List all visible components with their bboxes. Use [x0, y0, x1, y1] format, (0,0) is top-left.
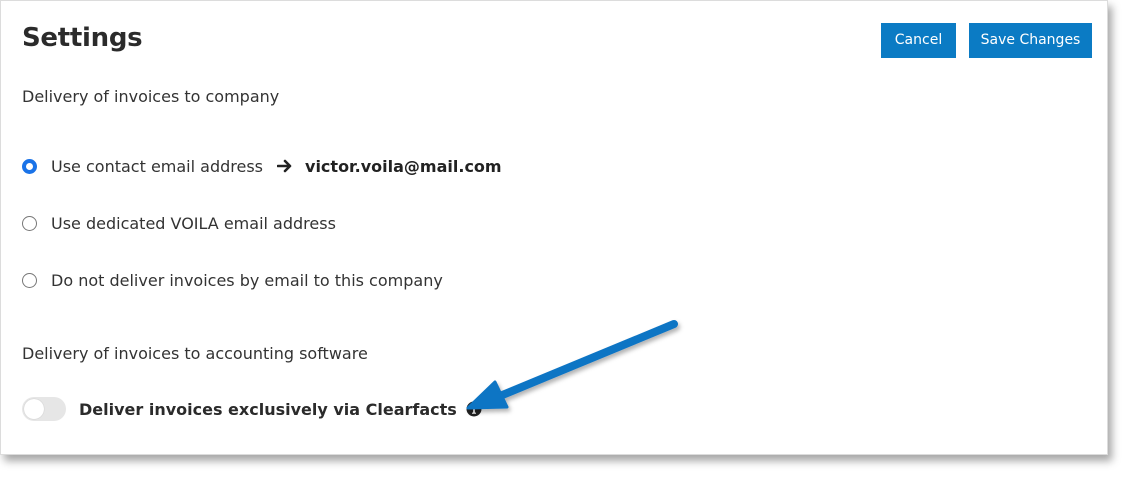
contact-email-value: victor.voila@mail.com	[305, 156, 502, 176]
radio-button-dedicated-email[interactable]	[22, 215, 37, 231]
page-title: Settings	[22, 23, 143, 53]
clearfacts-toggle-label: Deliver invoices exclusively via Clearfa…	[79, 399, 457, 419]
radio-label-no-email: Do not deliver invoices by email to this…	[51, 270, 443, 290]
radio-option-contact-email[interactable]: Use contact email address victor.voila@m…	[22, 154, 502, 178]
software-delivery-heading: Delivery of invoices to accounting softw…	[22, 344, 368, 363]
radio-button-contact-email[interactable]	[22, 158, 37, 174]
settings-panel: Settings Cancel Save Changes Delivery of…	[0, 0, 1108, 455]
radio-button-no-email[interactable]	[22, 272, 37, 288]
clearfacts-toggle[interactable]	[22, 397, 66, 421]
radio-label-contact-email: Use contact email address	[51, 156, 264, 176]
radio-option-dedicated-email[interactable]: Use dedicated VOILA email address	[22, 211, 336, 235]
save-changes-button[interactable]: Save Changes	[969, 23, 1092, 58]
arrow-right-icon	[277, 159, 293, 173]
cancel-button[interactable]: Cancel	[881, 23, 956, 58]
clearfacts-toggle-row: Deliver invoices exclusively via Clearfa…	[22, 397, 482, 421]
radio-option-no-email[interactable]: Do not deliver invoices by email to this…	[22, 268, 443, 292]
info-circle-icon[interactable]	[466, 401, 482, 417]
company-delivery-heading: Delivery of invoices to company	[22, 87, 280, 106]
radio-label-dedicated-email: Use dedicated VOILA email address	[51, 213, 336, 233]
